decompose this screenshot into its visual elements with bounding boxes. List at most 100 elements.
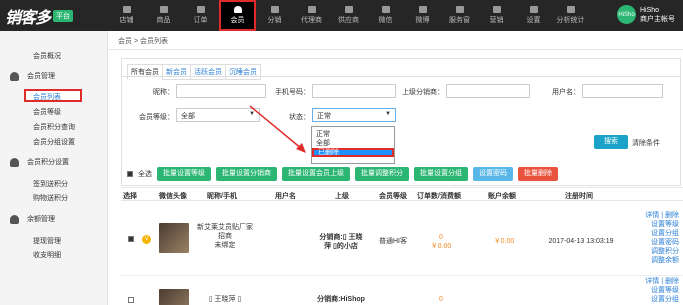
sidebar-item-withdrawals[interactable]: 提现管理 [33, 236, 61, 246]
nickname-text: ▯ 王晓萍 ▯ [208, 296, 242, 303]
sidebar-group-member-management[interactable]: 会员管理 [10, 71, 55, 81]
adjust-balance-link[interactable]: 调整余额 [633, 256, 679, 265]
nav-label: 会员 [230, 17, 245, 24]
column-header: 上级 [335, 193, 349, 200]
bulk-adjust-points-button[interactable]: 批量调整积分 [355, 167, 409, 181]
status-value: 正常 [317, 113, 331, 120]
wechat-avatar [159, 223, 189, 253]
details-delete-link[interactable]: 详情 | 删除 [633, 277, 679, 286]
sidebar-item-income-expense[interactable]: 收支明细 [33, 250, 61, 260]
sidebar-group-points[interactable]: 会员积分设置 [10, 157, 69, 167]
tab-all-members[interactable]: 所有会员 [127, 64, 163, 80]
sidebar-group-balance[interactable]: 余额管理 [10, 214, 55, 224]
tab-dormant-members[interactable]: 沉睡会员 [225, 64, 261, 80]
user-menu[interactable]: HiSho HiSho 商户主帐号 [617, 5, 675, 24]
column-header: 会员等级 [379, 193, 407, 200]
bulk-set-distributor-button[interactable]: 批量设置分销商 [216, 167, 277, 181]
sidebar-item-shopping-points[interactable]: 购物送积分 [33, 193, 68, 203]
parent-distributor-label: 上级分销商： [402, 89, 444, 96]
sidebar-item-group-settings[interactable]: 会员分组设置 [33, 137, 75, 147]
sidebar: 会员概况 会员管理 会员列表 会员等级 会员积分查询 会员分组设置 会员积分设置… [0, 31, 108, 305]
details-delete-link[interactable]: 详情 | 删除 [633, 211, 679, 220]
nav-analytics[interactable]: 分析统计 [552, 0, 589, 31]
parent-text: 萍 ▯的小店 [324, 243, 358, 250]
nickname-label: 昵称： [153, 89, 174, 96]
nav-members[interactable]: 会员 [219, 0, 256, 31]
order-count: 0 [439, 296, 443, 303]
member-tabs: 所有会员 新会员 活跃会员 沉睡会员 [127, 64, 261, 80]
parent-distributor-input[interactable] [446, 84, 530, 98]
phone-input[interactable] [312, 84, 396, 98]
search-button[interactable]: 搜索 [594, 135, 628, 149]
nav-label: 商品 [156, 17, 171, 24]
shop-icon [122, 6, 131, 13]
nav-marketing[interactable]: 营销 [478, 0, 515, 31]
nav-weibo[interactable]: 微博 [404, 0, 441, 31]
nav-label: 供应商 [338, 17, 359, 24]
set-group-link[interactable]: 设置分组 [633, 229, 679, 238]
tab-new-members[interactable]: 新会员 [162, 64, 191, 80]
bulk-delete-button[interactable]: 批量删除 [518, 167, 558, 181]
nav-wechat[interactable]: 微信 [367, 0, 404, 31]
username-input[interactable] [582, 84, 663, 98]
main-nav: 店铺 商品 订单 会员 分销 代理商 供应商 微信 微博 服务窗 营销 设置 分… [108, 0, 589, 31]
status-option-all[interactable]: 全部 [312, 139, 394, 148]
nav-orders[interactable]: 订单 [182, 0, 219, 31]
select-all-label: 全选 [138, 171, 152, 178]
group-label: 会员积分设置 [27, 159, 69, 166]
sidebar-item-member-list[interactable]: 会员列表 [24, 89, 82, 102]
bulk-set-group-button[interactable]: 批量设置分组 [414, 167, 468, 181]
registered-time: 2017-04-13 13:03:19 [548, 238, 614, 245]
sidebar-item-overview[interactable]: 会员概况 [33, 51, 61, 61]
user-icon [10, 71, 19, 81]
nav-distribution[interactable]: 分销 [256, 0, 293, 31]
nav-agents[interactable]: 代理商 [293, 0, 330, 31]
wechat-avatar [159, 289, 189, 305]
tab-divider [122, 76, 680, 77]
sidebar-item-points-query[interactable]: 会员积分查询 [33, 122, 75, 132]
nav-shop[interactable]: 店铺 [108, 0, 145, 31]
service-window-icon [455, 6, 464, 13]
status-option-normal[interactable]: 正常 [312, 130, 394, 139]
parent-text: 分销商:▯ 王晓 [319, 234, 363, 241]
row-checkbox[interactable] [128, 297, 134, 303]
annotation-arrow [249, 105, 306, 153]
set-password-link[interactable]: 设置密码 [633, 238, 679, 247]
bulk-set-level-button[interactable]: 批量设置等级 [157, 167, 211, 181]
bulk-set-parent-button[interactable]: 批量设置会员上级 [282, 167, 350, 181]
level-value: 全部 [181, 113, 195, 120]
orders-spent: 0 ￥0.00 [415, 233, 467, 251]
sidebar-item-signin-points[interactable]: 签到送积分 [33, 179, 68, 189]
nav-label: 代理商 [301, 17, 322, 24]
nickname-phone: ▯ 王晓萍 ▯ [195, 295, 255, 304]
user-name: HiSho [640, 6, 660, 14]
nav-label: 分析统计 [556, 17, 585, 24]
row-checkbox[interactable] [128, 236, 134, 242]
nav-settings[interactable]: 设置 [515, 0, 552, 31]
group-label: 会员管理 [27, 73, 55, 80]
sidebar-item-member-level[interactable]: 会员等级 [33, 107, 61, 117]
nickname-input[interactable] [176, 84, 266, 98]
set-level-link[interactable]: 设置等级 [633, 286, 679, 295]
clear-filters-link[interactable]: 清除条件 [632, 138, 660, 148]
column-header: 昵称/手机 [207, 193, 237, 200]
nav-products[interactable]: 商品 [145, 0, 182, 31]
status-option-deleted[interactable]: 已删除 [312, 148, 394, 157]
gear-icon [529, 6, 538, 13]
select-all-checkbox[interactable] [127, 171, 133, 177]
status-select[interactable]: 正常 ▼ [312, 108, 396, 122]
set-level-link[interactable]: 设置等级 [633, 220, 679, 229]
weibo-icon [418, 6, 427, 13]
adjust-points-link[interactable]: 调整积分 [633, 247, 679, 256]
distribution-icon [270, 6, 279, 13]
set-password-button[interactable]: 设置密码 [473, 167, 513, 181]
parent-distributor: 分销商:HiShop [311, 295, 371, 304]
nav-service-window[interactable]: 服务窗 [441, 0, 478, 31]
avatar: HiSho [617, 5, 636, 24]
divider [108, 49, 683, 50]
set-group-link[interactable]: 设置分组 [633, 295, 679, 304]
tab-active-members[interactable]: 活跃会员 [190, 64, 226, 80]
nav-label: 设置 [526, 17, 541, 24]
brand-logo[interactable]: 销客多 平台 [5, 5, 74, 27]
nav-suppliers[interactable]: 供应商 [330, 0, 367, 31]
